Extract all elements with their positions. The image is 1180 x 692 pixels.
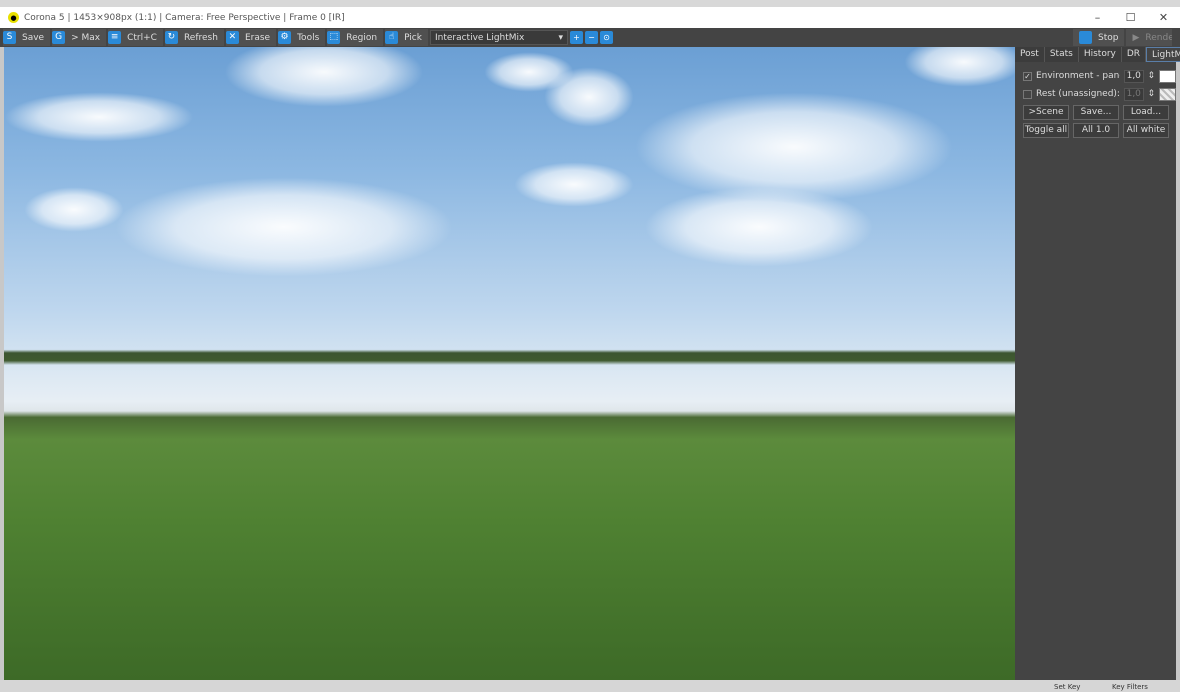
- erase-button[interactable]: ✕ Erase: [225, 29, 277, 46]
- region-icon: ⬚: [327, 31, 341, 44]
- gear-icon: ⚙: [278, 31, 292, 44]
- save-lightmix-button[interactable]: Save...: [1073, 105, 1119, 120]
- window-title: Corona 5 | 1453×908px (1:1) | Camera: Fr…: [24, 12, 345, 23]
- display-mode-value: Interactive LightMix: [434, 32, 525, 43]
- close-button[interactable]: ✕: [1147, 7, 1180, 28]
- stop-label: Stop: [1098, 32, 1119, 43]
- refresh-label: Refresh: [183, 32, 218, 43]
- title-bar: ● Corona 5 | 1453×908px (1:1) | Camera: …: [0, 7, 1180, 28]
- cloud: [634, 92, 954, 202]
- copy-button[interactable]: ≡ Ctrl+C: [108, 29, 163, 46]
- render-controls: Stop ▶ Render: [1073, 29, 1173, 46]
- save-button[interactable]: S Save: [3, 29, 51, 46]
- environment-checkbox[interactable]: ✓: [1023, 71, 1032, 81]
- all-one-button[interactable]: All 1.0: [1073, 123, 1119, 138]
- cloud: [224, 47, 424, 107]
- refresh-button[interactable]: ↻ Refresh: [164, 29, 224, 46]
- light-row-environment: ✓ Environment - panora 1,0 ⇕: [1023, 68, 1176, 84]
- zoom-in-icon[interactable]: +: [569, 31, 583, 44]
- tools-label: Tools: [297, 32, 320, 43]
- environment-intensity-input[interactable]: 1,0: [1123, 69, 1144, 83]
- cloud: [514, 162, 634, 207]
- tab-history[interactable]: History: [1079, 47, 1122, 62]
- chevron-down-icon: ▾: [558, 32, 563, 43]
- tab-lightmix[interactable]: LightMix: [1146, 47, 1180, 62]
- render-label: Render: [1145, 32, 1173, 43]
- save-label: Save: [22, 32, 45, 43]
- light-row-rest: Rest (unassigned): 1,0 ⇕: [1023, 86, 1176, 102]
- rest-checkbox[interactable]: [1023, 89, 1032, 99]
- rest-intensity-input[interactable]: 1,0: [1123, 87, 1144, 101]
- render-viewport[interactable]: [4, 47, 1015, 680]
- zoom-out-icon[interactable]: −: [584, 31, 598, 44]
- lightmix-buttons-2: Toggle all All 1.0 All white: [1023, 123, 1176, 138]
- erase-label: Erase: [244, 32, 271, 43]
- pick-label: Pick: [404, 32, 422, 43]
- copy-icon: ≡: [108, 31, 122, 44]
- region-button[interactable]: ⬚ Region: [327, 29, 384, 46]
- copy-label: Ctrl+C: [127, 32, 157, 43]
- rest-label: Rest (unassigned):: [1035, 89, 1120, 99]
- minimize-button[interactable]: –: [1081, 7, 1114, 28]
- environment-color-swatch[interactable]: [1159, 69, 1176, 83]
- stop-button[interactable]: Stop: [1073, 29, 1125, 46]
- corona-logo-icon: ●: [8, 12, 19, 23]
- display-mode-select[interactable]: Interactive LightMix ▾: [429, 30, 568, 45]
- lightmix-panel: Post Stats History DR LightMix ✓ Environ…: [1015, 47, 1180, 680]
- tab-dr[interactable]: DR: [1122, 47, 1147, 62]
- environment-label: Environment - panora: [1035, 71, 1120, 81]
- spinner-icon[interactable]: ⇕: [1148, 71, 1156, 81]
- max-button[interactable]: G > Max: [52, 29, 107, 46]
- load-lightmix-button[interactable]: Load...: [1123, 105, 1169, 120]
- all-white-button[interactable]: All white: [1123, 123, 1169, 138]
- region-label: Region: [346, 32, 378, 43]
- stop-icon: [1079, 31, 1092, 44]
- set-key-button[interactable]: Set Key: [1054, 683, 1080, 691]
- rest-color-swatch[interactable]: [1159, 87, 1176, 101]
- cloud: [904, 47, 1015, 87]
- save-icon: S: [3, 31, 16, 44]
- panel-tabs: Post Stats History DR LightMix: [1015, 47, 1180, 62]
- erase-icon: ✕: [225, 31, 239, 44]
- bottom-strip: Set Key Key Filters: [0, 680, 1180, 692]
- refresh-icon: ↻: [164, 31, 178, 44]
- cloud: [4, 92, 194, 142]
- max-icon: G: [52, 31, 66, 44]
- treeline: [4, 343, 1015, 365]
- pick-button[interactable]: ☝ Pick: [385, 29, 428, 46]
- cloud: [114, 177, 454, 277]
- render-button[interactable]: ▶ Render: [1126, 29, 1173, 46]
- max-label: > Max: [71, 32, 101, 43]
- toolbar: S Save G > Max ≡ Ctrl+C ↻ Refresh ✕ Erase ⚙ To…: [0, 28, 1180, 47]
- tab-post[interactable]: Post: [1015, 47, 1045, 62]
- tab-stats[interactable]: Stats: [1045, 47, 1079, 62]
- maximize-button[interactable]: ☐: [1114, 7, 1147, 28]
- play-icon: ▶: [1132, 32, 1140, 43]
- key-filters-button[interactable]: Key Filters: [1112, 683, 1148, 691]
- cloud: [484, 52, 574, 92]
- background-strip: [0, 0, 1180, 7]
- toggle-all-button[interactable]: Toggle all: [1023, 123, 1069, 138]
- hand-icon: ☝: [385, 31, 399, 44]
- spinner-icon[interactable]: ⇕: [1148, 89, 1156, 99]
- to-scene-button[interactable]: >Scene: [1023, 105, 1069, 120]
- tools-button[interactable]: ⚙ Tools: [278, 29, 326, 46]
- zoom-fit-icon[interactable]: ⊙: [599, 31, 613, 44]
- cloud: [644, 187, 874, 267]
- lightmix-buttons-1: >Scene Save... Load...: [1023, 105, 1176, 120]
- cloud: [24, 187, 124, 232]
